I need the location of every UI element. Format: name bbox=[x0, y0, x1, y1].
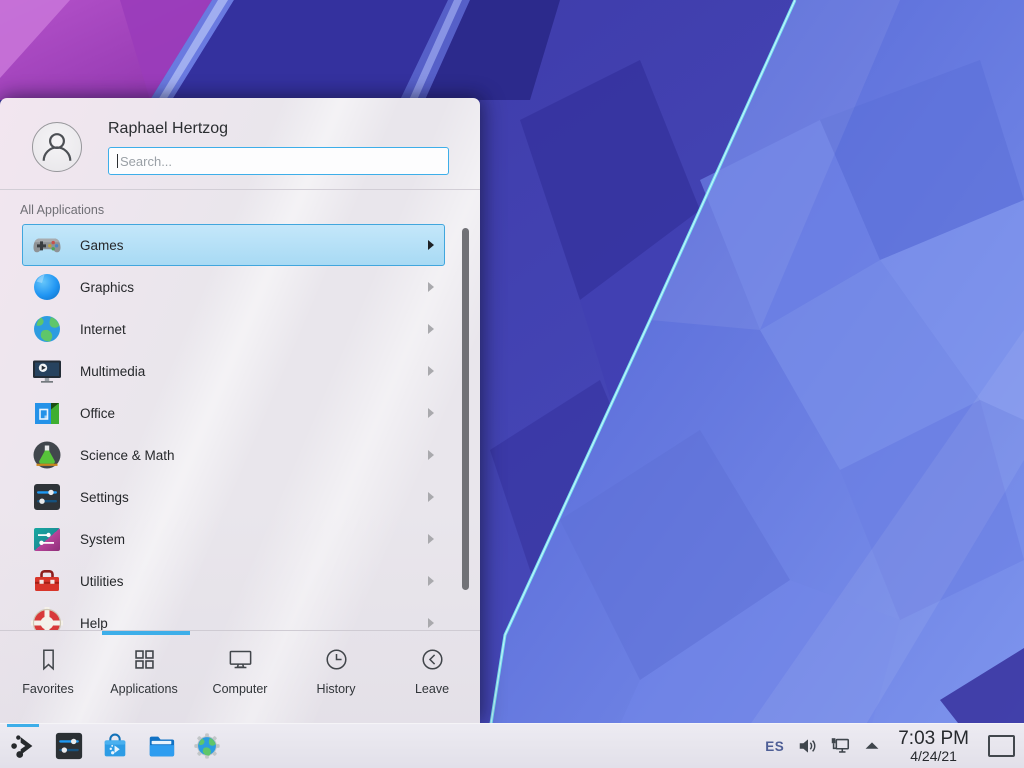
category-label: Games bbox=[80, 238, 124, 253]
multimedia-icon bbox=[31, 355, 63, 387]
tab-leave[interactable]: Leave bbox=[384, 631, 480, 723]
help-icon bbox=[31, 607, 63, 631]
search-input[interactable] bbox=[108, 147, 449, 175]
text-caret bbox=[117, 154, 118, 168]
category-label: Help bbox=[80, 616, 108, 631]
category-row[interactable]: Help bbox=[22, 602, 445, 631]
tab-computer[interactable]: Computer bbox=[192, 631, 288, 723]
file-manager-icon bbox=[146, 731, 176, 761]
category-row[interactable]: Settings bbox=[22, 476, 445, 518]
graphics-icon bbox=[31, 271, 63, 303]
expand-arrow-icon bbox=[861, 735, 883, 757]
category-row[interactable]: Graphics bbox=[22, 266, 445, 308]
clock-time: 7:03 PM bbox=[898, 728, 969, 749]
network-icon bbox=[829, 735, 851, 757]
games-icon bbox=[31, 229, 63, 261]
category-label: Internet bbox=[80, 322, 126, 337]
discover-icon bbox=[100, 731, 130, 761]
submenu-arrow-icon bbox=[428, 366, 434, 376]
taskbar-launchers bbox=[0, 724, 222, 768]
scrollbar-thumb[interactable] bbox=[462, 228, 469, 590]
kde-launcher-icon bbox=[8, 731, 38, 761]
keyboard-layout-indicator[interactable]: ES bbox=[765, 739, 784, 754]
footer-tab-bar: Favorites Applications Computer History bbox=[0, 630, 480, 723]
category-row[interactable]: Science & Math bbox=[22, 434, 445, 476]
category-label: Science & Math bbox=[80, 448, 175, 463]
taskbar: ES 7:03 PM 4/24/21 bbox=[0, 723, 1024, 768]
file-manager-button[interactable] bbox=[146, 724, 176, 768]
category-row[interactable]: Utilities bbox=[22, 560, 445, 602]
user-icon bbox=[35, 125, 79, 169]
volume-button[interactable] bbox=[797, 735, 819, 757]
submenu-arrow-icon bbox=[428, 576, 434, 586]
office-icon bbox=[31, 397, 63, 429]
category-row[interactable]: Internet bbox=[22, 308, 445, 350]
show-desktop-button[interactable] bbox=[988, 735, 1015, 757]
app-category-list: Games Graphics Internet Multi bbox=[0, 224, 480, 631]
system-settings-button[interactable] bbox=[54, 724, 84, 768]
submenu-arrow-icon bbox=[428, 450, 434, 460]
tray-expand-button[interactable] bbox=[861, 735, 883, 757]
system-icon bbox=[31, 523, 63, 555]
application-launcher-menu: Raphael Hertzog All Applications Games bbox=[0, 98, 480, 723]
internet-icon bbox=[31, 313, 63, 345]
volume-icon bbox=[797, 735, 819, 757]
favorites-icon bbox=[35, 646, 62, 673]
user-avatar[interactable] bbox=[32, 122, 82, 172]
category-label: Utilities bbox=[80, 574, 124, 589]
history-icon bbox=[323, 646, 350, 673]
desktop: Raphael Hertzog All Applications Games bbox=[0, 0, 1024, 768]
category-label: Graphics bbox=[80, 280, 134, 295]
system-settings-icon bbox=[54, 731, 84, 761]
tab-label: Applications bbox=[110, 682, 177, 696]
tab-favorites[interactable]: Favorites bbox=[0, 631, 96, 723]
section-label: All Applications bbox=[20, 203, 480, 218]
user-name: Raphael Hertzog bbox=[108, 120, 449, 138]
network-button[interactable] bbox=[829, 735, 851, 757]
category-row[interactable]: System bbox=[22, 518, 445, 560]
submenu-arrow-icon bbox=[428, 240, 434, 250]
tab-label: Computer bbox=[213, 682, 268, 696]
submenu-arrow-icon bbox=[428, 324, 434, 334]
settings-icon bbox=[31, 481, 63, 513]
tab-label: Favorites bbox=[22, 682, 73, 696]
system-tray: ES 7:03 PM 4/24/21 bbox=[765, 724, 1024, 768]
tray-icons bbox=[797, 735, 883, 757]
applications-icon bbox=[131, 646, 158, 673]
application-launcher-button[interactable] bbox=[8, 724, 38, 768]
submenu-arrow-icon bbox=[428, 282, 434, 292]
category-label: Settings bbox=[80, 490, 129, 505]
science-math-icon bbox=[31, 439, 63, 471]
category-label: Office bbox=[80, 406, 115, 421]
category-row[interactable]: Office bbox=[22, 392, 445, 434]
tab-history[interactable]: History bbox=[288, 631, 384, 723]
category-label: System bbox=[80, 532, 125, 547]
active-tab-indicator bbox=[102, 631, 190, 635]
tab-label: History bbox=[317, 682, 356, 696]
submenu-arrow-icon bbox=[428, 408, 434, 418]
utilities-icon bbox=[31, 565, 63, 597]
submenu-arrow-icon bbox=[428, 618, 434, 628]
launcher-header: Raphael Hertzog bbox=[0, 98, 480, 190]
web-browser-button[interactable] bbox=[192, 724, 222, 768]
category-row[interactable]: Games bbox=[22, 224, 445, 266]
web-browser-icon bbox=[192, 731, 222, 761]
computer-icon bbox=[227, 646, 254, 673]
category-label: Multimedia bbox=[80, 364, 145, 379]
clock-date: 4/24/21 bbox=[910, 749, 957, 764]
submenu-arrow-icon bbox=[428, 534, 434, 544]
submenu-arrow-icon bbox=[428, 492, 434, 502]
tab-applications[interactable]: Applications bbox=[96, 631, 192, 723]
category-row[interactable]: Multimedia bbox=[22, 350, 445, 392]
discover-button[interactable] bbox=[100, 724, 130, 768]
digital-clock[interactable]: 7:03 PM 4/24/21 bbox=[896, 728, 971, 764]
search-field-wrap bbox=[108, 147, 449, 175]
leave-icon bbox=[419, 646, 446, 673]
tab-label: Leave bbox=[415, 682, 449, 696]
